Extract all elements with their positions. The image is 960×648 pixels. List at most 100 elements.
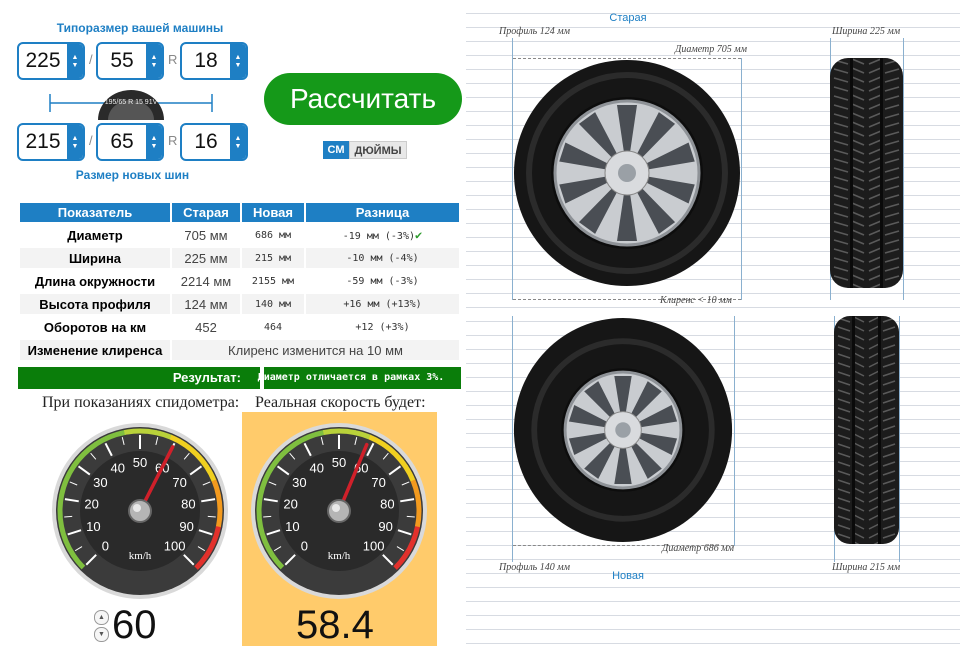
new-profile-label: Профиль 140 мм: [499, 562, 570, 573]
table-row: Длина окружности 2214 мм 2155 мм -59 мм …: [20, 271, 459, 291]
old-rim-value: 18: [194, 49, 218, 72]
table-row: Ширина 225 мм 215 мм -10 мм (-4%): [20, 248, 459, 268]
gauge-hub: [327, 499, 351, 523]
new-width-value: 215: [25, 130, 61, 153]
row-new-value: 686 мм: [242, 225, 304, 245]
tire-connector-graphic: 195/65 R 15 91V: [49, 90, 213, 120]
gauge-tick-label: 90: [179, 519, 193, 534]
guide-line: [899, 316, 900, 562]
increase-speed-icon[interactable]: ▲: [94, 610, 109, 625]
old-width-value: 225: [25, 49, 61, 72]
gauge-tick: [263, 515, 272, 518]
row-old-value: 452: [172, 317, 240, 337]
new-width-label: Ширина 215 мм: [832, 562, 901, 573]
gauge-hub-highlight: [332, 504, 340, 512]
new-rim-value: 16: [194, 130, 218, 153]
old-tire-title: Старая: [609, 12, 647, 24]
result-label: Результат:: [172, 370, 241, 385]
guide-line: [734, 316, 735, 546]
old-profile-value: 55: [110, 49, 134, 72]
current-size-title: Типоразмер вашей машины: [56, 21, 224, 35]
spin-arrows-icon: ▲ ▼: [230, 44, 246, 78]
row-difference-text: -19 мм (-3%): [342, 231, 415, 242]
gauge-hub-highlight: [133, 504, 141, 512]
calculator-panel: Типоразмер вашей машины 225 ▲ ▼ / 55 ▲ ▼ R…: [0, 0, 466, 647]
header-old: Старая: [172, 203, 240, 222]
spin-arrows-icon: ▲ ▼: [67, 125, 83, 159]
old-width-select[interactable]: 225 ▲ ▼: [17, 42, 85, 80]
gauge-scale-band: [256, 494, 264, 512]
new-profile-select[interactable]: 65 ▲ ▼: [96, 123, 164, 161]
gauge-tick-label: 70: [172, 475, 186, 490]
row-difference: -10 мм (-4%): [306, 248, 459, 268]
gauge-tick: [207, 515, 216, 518]
row-label: Длина окружности: [20, 271, 170, 291]
real-speed-gauge: 010203040 50 60708090100km/h: [251, 423, 427, 599]
spin-arrows-icon: ▲ ▼: [146, 44, 162, 78]
clearance-label: Клиренс < 10 мм: [660, 295, 732, 306]
gauge-scale-band: [256, 510, 263, 528]
gauge-tick-label: 10: [285, 519, 299, 534]
result-text: Диаметр отличается в рамках 3%.: [257, 372, 445, 383]
gauge-tick-label: 100: [363, 539, 385, 554]
gauge-tick-label: 50: [332, 455, 346, 470]
gauge-tick-label: 0: [102, 539, 109, 554]
calculate-button[interactable]: Рассчитать: [264, 73, 462, 125]
unit-inch-button[interactable]: ДЮЙМЫ: [349, 141, 407, 159]
gauge-scale-band: [139, 428, 157, 436]
row-old-value: 2214 мм: [172, 271, 240, 291]
result-bar: Результат: Диаметр отличается в рамках 3…: [18, 367, 461, 389]
gauge-tick: [64, 515, 73, 518]
table-row: Оборотов на км 452 464 +12 (+3%): [20, 317, 459, 337]
gauge-tick-label: 90: [378, 519, 392, 534]
row-new-value: 2155 мм: [242, 271, 304, 291]
old-tire-tread-image: [830, 58, 903, 288]
spin-arrows-icon: ▲ ▼: [146, 125, 162, 159]
gauge-tick-label: 80: [181, 496, 195, 511]
gauge-tick-label: 80: [380, 496, 394, 511]
tire-comparison-diagram: Старая Профиль 124 мм Ширина 225 мм Диам…: [466, 0, 960, 646]
row-difference: +16 мм (+13%): [306, 294, 459, 314]
rim-separator: R: [168, 52, 178, 67]
old-rim-select[interactable]: 18 ▲ ▼: [180, 42, 248, 80]
new-width-select[interactable]: 215 ▲ ▼: [17, 123, 85, 161]
new-rim-select[interactable]: 16 ▲ ▼: [180, 123, 248, 161]
old-profile-select[interactable]: 55 ▲ ▼: [96, 42, 164, 80]
table-header-row: Показатель Старая Новая Разница: [20, 203, 459, 222]
gauge-scale-band: [57, 510, 64, 528]
unit-cm-button[interactable]: СМ: [323, 141, 349, 159]
header-difference: Разница: [306, 203, 459, 222]
checkmark-icon: ✔: [415, 228, 423, 242]
gauge-scale-band: [215, 510, 223, 528]
row-new-value: 215 мм: [242, 248, 304, 268]
gauge-scale-band: [57, 494, 65, 512]
real-speed-value: 58.4: [296, 603, 374, 647]
gauge-scale-band: [338, 428, 356, 436]
gauge-scale-band: [123, 428, 141, 435]
row-old-value: 705 мм: [172, 225, 240, 245]
header-new: Новая: [242, 203, 304, 222]
gauge-tick-label: 10: [86, 519, 100, 534]
decrease-speed-icon[interactable]: ▼: [94, 627, 109, 642]
gauge-unit-label: km/h: [328, 550, 351, 562]
speedometer-value: 60: [112, 603, 157, 647]
clearance-value: Клиренс изменится на 10 мм: [172, 340, 459, 360]
gauge-scale-band: [415, 494, 422, 512]
table-row: Изменение клиренса Клиренс изменится на …: [20, 340, 459, 360]
new-diameter-label: Диаметр 686 мм: [662, 543, 735, 554]
row-difference: -19 мм (-3%)✔: [306, 225, 459, 245]
old-width-label: Ширина 225 мм: [832, 26, 901, 37]
gauge-tick-label: 20: [84, 496, 98, 511]
gauge-tick-label: 30: [292, 475, 306, 490]
slash-separator: /: [89, 52, 93, 67]
gauge-hub: [128, 499, 152, 523]
speed-stepper[interactable]: ▲ ▼: [94, 610, 109, 644]
gauge-tick-label: 40: [111, 460, 125, 475]
new-tire-front-image: [513, 318, 733, 542]
gauge-unit-label: km/h: [129, 550, 152, 562]
gauge-tick-label: 0: [301, 539, 308, 554]
row-difference: +12 (+3%): [306, 317, 459, 337]
real-speed-caption: Реальная скорость будет:: [255, 394, 426, 411]
table-row: Диаметр 705 мм 686 мм -19 мм (-3%)✔: [20, 225, 459, 245]
gauge-tick-label: 70: [371, 475, 385, 490]
